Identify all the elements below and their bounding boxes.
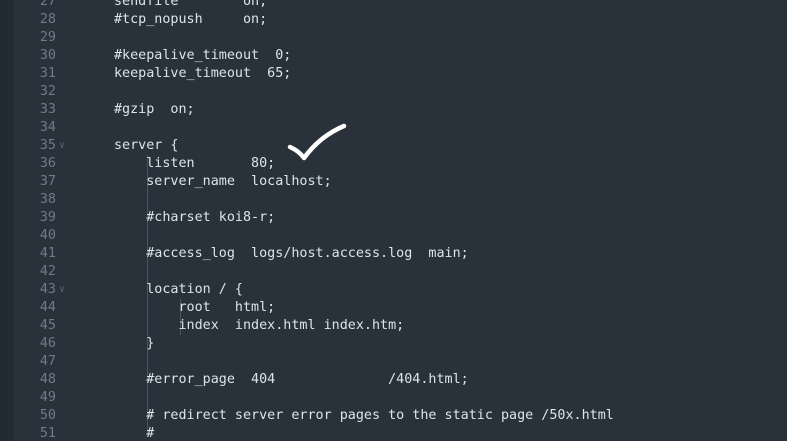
code-line[interactable]: 30 #keepalive_timeout 0;: [0, 47, 787, 65]
code-line[interactable]: 48 #error_page 404 /404.html;: [0, 371, 787, 389]
code-line[interactable]: 50 # redirect server error pages to the …: [0, 407, 787, 425]
code-lines: 27 sendfile on; 28 #tcp_nopush on; 29 30 #keep…: [0, 0, 787, 441]
code-line[interactable]: 45 index index.html index.htm;: [0, 317, 787, 335]
code-text: }: [114, 336, 155, 351]
code-line[interactable]: 28 #tcp_nopush on;: [0, 11, 787, 29]
code-line[interactable]: 37 server_name localhost;: [0, 173, 787, 191]
checkmark-icon: [287, 123, 347, 161]
code-line[interactable]: 42: [0, 263, 787, 281]
chevron-down-icon[interactable]: ∨: [59, 137, 65, 155]
line-number: 28: [39, 12, 56, 27]
line-number: 29: [39, 30, 56, 45]
line-number: 49: [39, 390, 56, 405]
line-number: 30: [39, 48, 56, 63]
code-line[interactable]: 33 #gzip on;: [0, 101, 787, 119]
line-number: 32: [39, 84, 56, 99]
code-line[interactable]: 35 ∨ server {: [0, 137, 787, 155]
line-number: 27: [39, 0, 56, 9]
line-number: 50: [39, 408, 56, 423]
code-text: index index.html index.htm;: [114, 318, 405, 333]
line-number: 42: [39, 264, 56, 279]
line-number: 38: [39, 192, 56, 207]
code-text: #error_page 404 /404.html;: [114, 372, 469, 387]
code-line[interactable]: 43 ∨ location / {: [0, 281, 787, 299]
code-text: #charset koi8-r;: [114, 210, 276, 225]
code-line[interactable]: 27 sendfile on;: [0, 0, 787, 11]
code-text: root html;: [114, 300, 276, 315]
code-text: keepalive_timeout 65;: [114, 66, 292, 81]
code-line[interactable]: 51 #: [0, 425, 787, 441]
code-line[interactable]: 29: [0, 29, 787, 47]
code-line[interactable]: 46 }: [0, 335, 787, 353]
line-number: 43: [39, 282, 56, 297]
code-line[interactable]: 44 root html;: [0, 299, 787, 317]
code-text: listen 80;: [114, 156, 276, 171]
line-number: 37: [39, 174, 56, 189]
line-number: 45: [39, 318, 56, 333]
code-text: #tcp_nopush on;: [114, 12, 268, 27]
code-text: #access_log logs/host.access.log main;: [114, 246, 469, 261]
code-line[interactable]: 36 listen 80;: [0, 155, 787, 173]
code-line[interactable]: 31 keepalive_timeout 65;: [0, 65, 787, 83]
code-line[interactable]: 32: [0, 83, 787, 101]
code-text: location / {: [114, 282, 243, 297]
code-line[interactable]: 38: [0, 191, 787, 209]
line-number: 39: [39, 210, 56, 225]
code-text: #keepalive_timeout 0;: [114, 48, 292, 63]
code-editor[interactable]: 27 sendfile on; 28 #tcp_nopush on; 29 30 #keep…: [0, 0, 787, 441]
code-text: sendfile on;: [114, 0, 268, 9]
line-number: 31: [39, 66, 56, 81]
code-text: #gzip on;: [114, 102, 195, 117]
line-number: 40: [39, 228, 56, 243]
code-text: server {: [114, 138, 179, 153]
line-number: 44: [39, 300, 56, 315]
code-text: server_name localhost;: [114, 174, 332, 189]
code-line[interactable]: 47: [0, 353, 787, 371]
line-number: 33: [39, 102, 56, 117]
line-number: 51: [39, 426, 56, 441]
code-line[interactable]: 34: [0, 119, 787, 137]
code-line[interactable]: 41 #access_log logs/host.access.log main…: [0, 245, 787, 263]
line-number: 48: [39, 372, 56, 387]
chevron-down-icon[interactable]: ∨: [59, 281, 65, 299]
line-number: 46: [39, 336, 56, 351]
code-text: #: [114, 426, 155, 441]
code-line[interactable]: 39 #charset koi8-r;: [0, 209, 787, 227]
code-line[interactable]: 49: [0, 389, 787, 407]
line-number: 35: [39, 138, 56, 153]
line-number: 41: [39, 246, 56, 261]
code-text: # redirect server error pages to the sta…: [114, 408, 614, 423]
line-number: 47: [39, 354, 56, 369]
line-number: 34: [39, 120, 56, 135]
line-number: 36: [39, 156, 56, 171]
code-line[interactable]: 40: [0, 227, 787, 245]
